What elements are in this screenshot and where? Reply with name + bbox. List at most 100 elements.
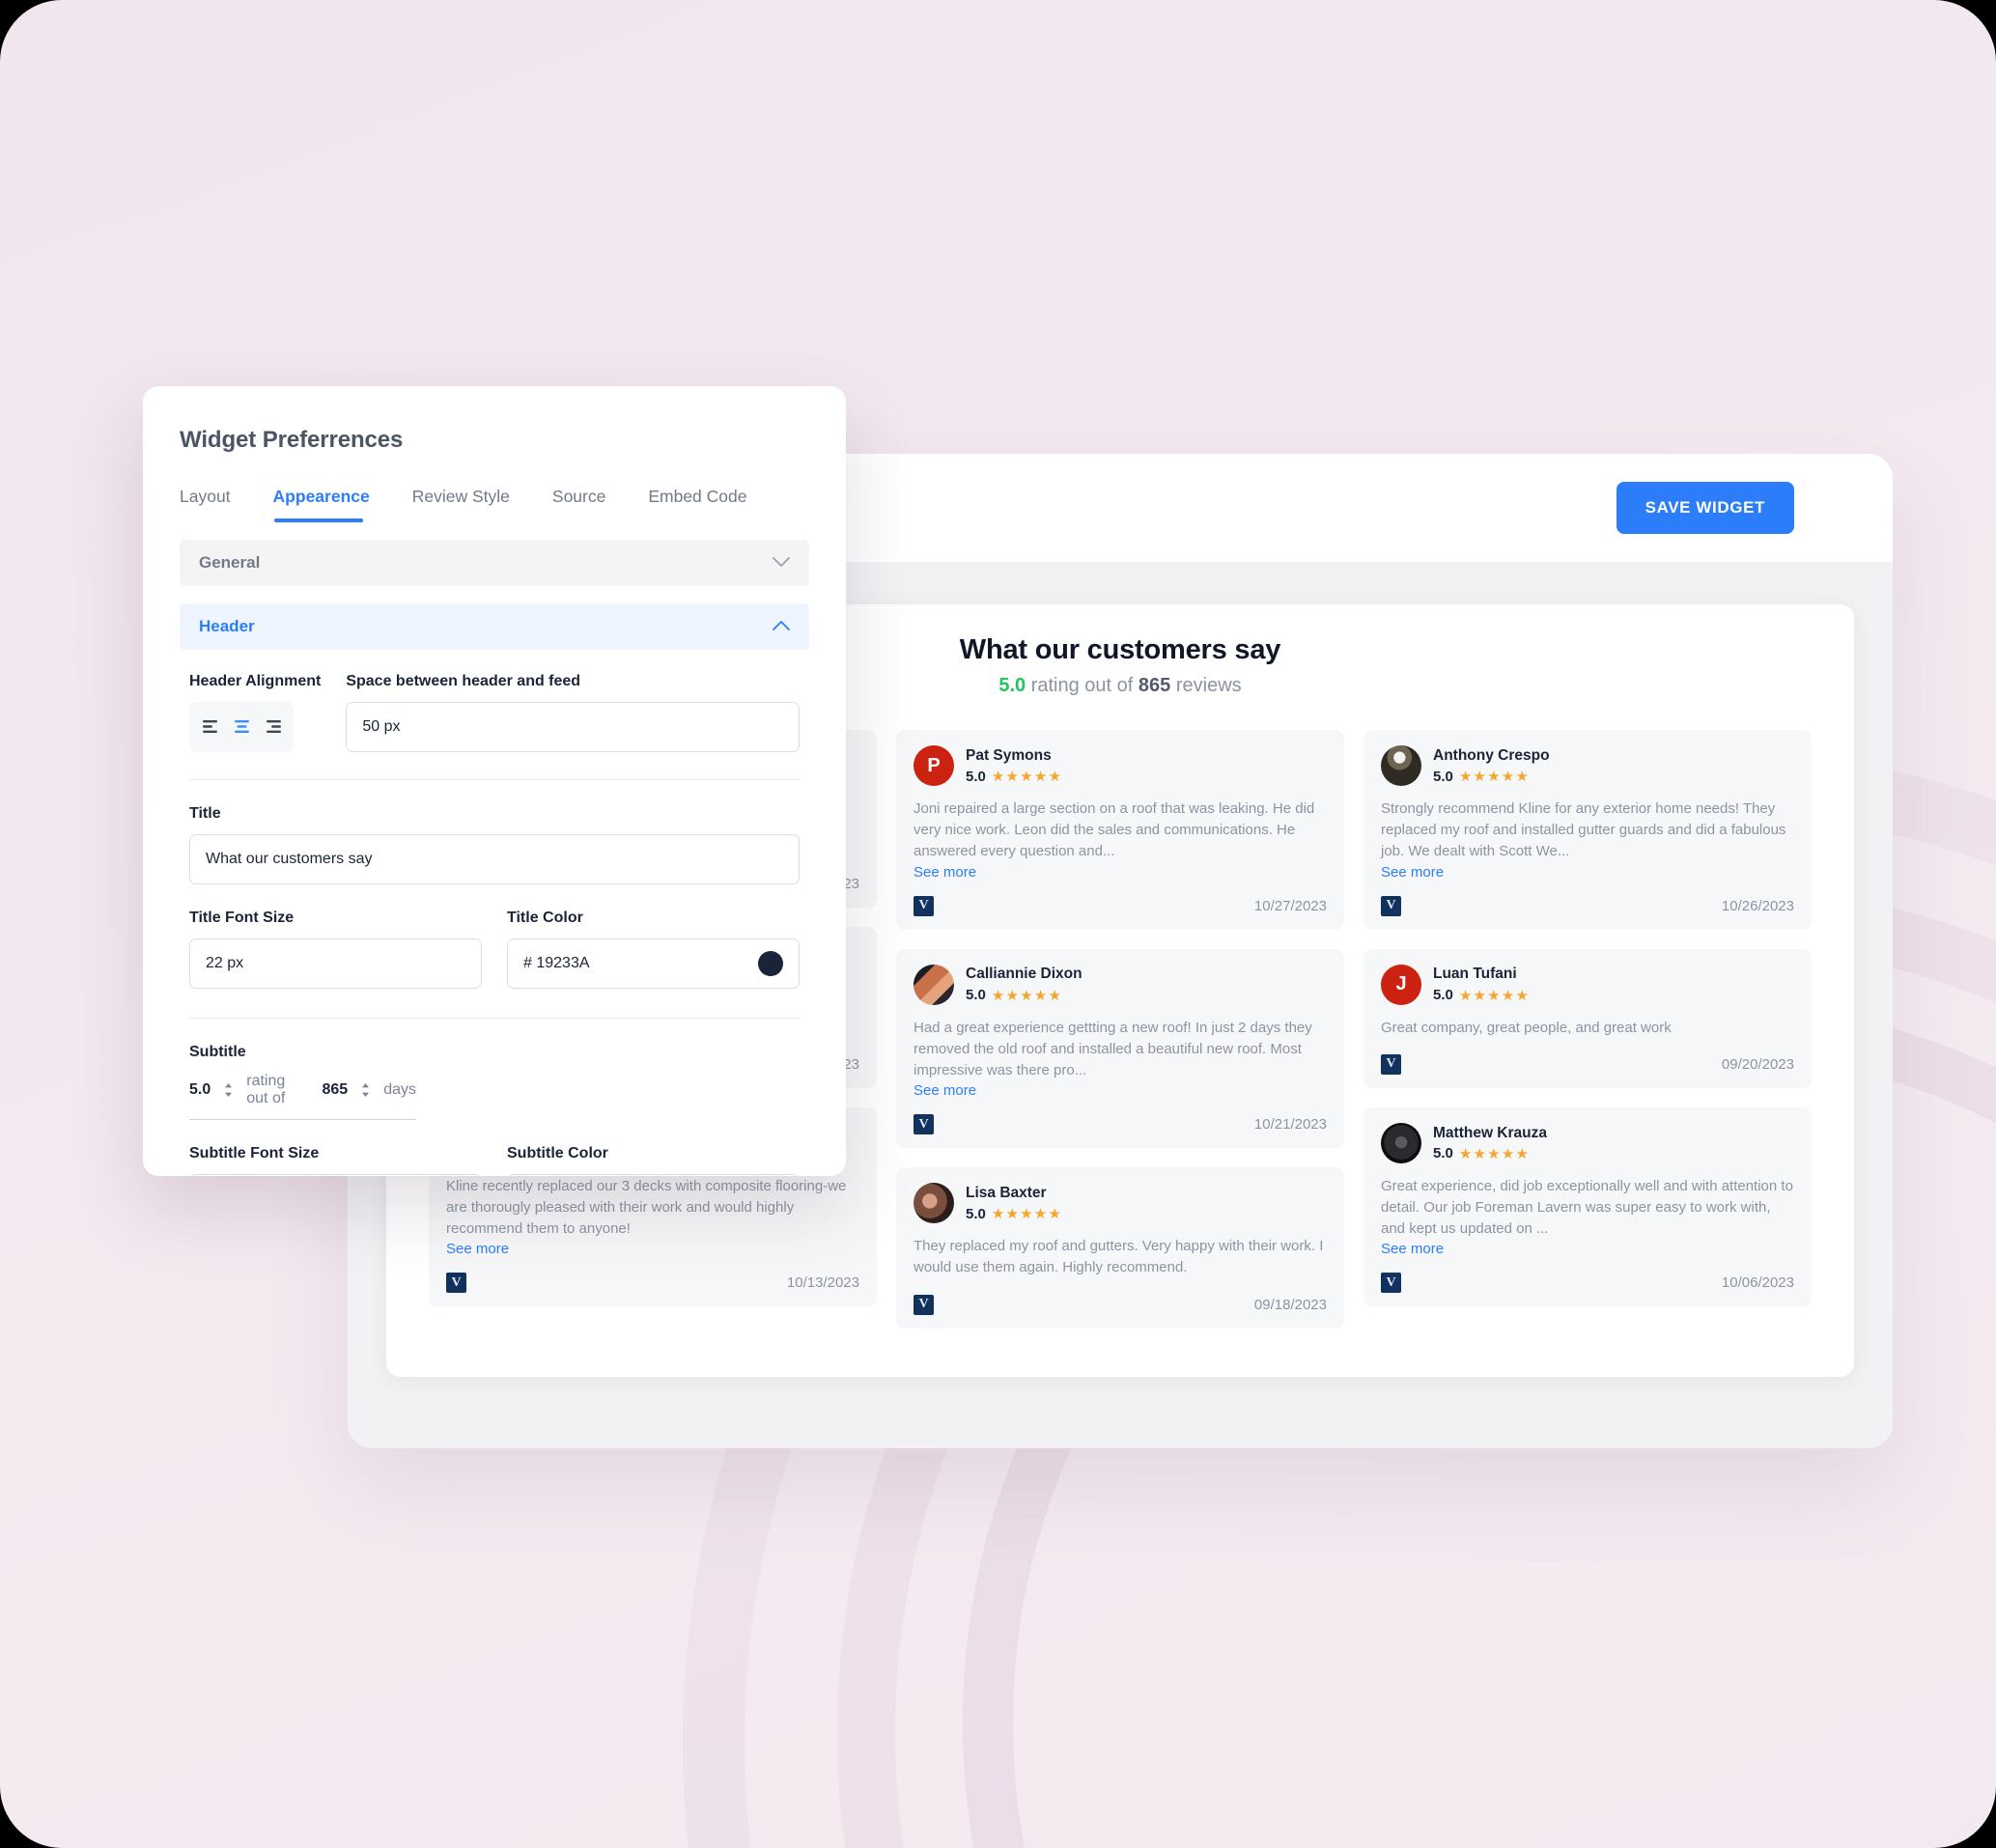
title-input[interactable]: What our customers say bbox=[189, 834, 800, 884]
tab-layout[interactable]: Layout bbox=[180, 487, 231, 522]
subtitle-builder-row: 5.0 rating out of 865 days bbox=[189, 1073, 416, 1120]
accordion-general[interactable]: General bbox=[180, 540, 809, 586]
review-score: 5.0 bbox=[1433, 1145, 1453, 1162]
review-text: Great company, great people, and great w… bbox=[1381, 1019, 1672, 1036]
star-rating-icon: ★★★★★ bbox=[1458, 1145, 1531, 1162]
reviewer-meta: Matthew Krauza 5.0 ★★★★★ bbox=[1433, 1124, 1547, 1162]
chevron-up-icon bbox=[773, 620, 790, 634]
see-more-link[interactable]: See more bbox=[1381, 1241, 1794, 1257]
rating-stepper[interactable] bbox=[223, 1082, 234, 1098]
widget-rating-value: 5.0 bbox=[998, 675, 1026, 696]
header-alignment-label: Header Alignment bbox=[189, 673, 322, 689]
review-date: 10/06/2023 bbox=[1721, 1274, 1794, 1292]
subtitle-label: Subtitle bbox=[189, 1044, 246, 1060]
see-more-link[interactable]: See more bbox=[1381, 864, 1794, 881]
accordion-header-label: Header bbox=[199, 617, 255, 635]
avatar: J bbox=[1381, 964, 1421, 1005]
review-text: Joni repaired a large section on a roof … bbox=[914, 800, 1315, 860]
subtitle-font-size-input[interactable]: 14 px bbox=[189, 1174, 482, 1176]
see-more-link[interactable]: See more bbox=[446, 1241, 859, 1257]
reviewer-meta: Pat Symons 5.0 ★★★★★ bbox=[966, 746, 1062, 785]
avatar bbox=[914, 1183, 954, 1224]
see-more-link[interactable]: See more bbox=[914, 864, 1327, 881]
review-header: Anthony Crespo 5.0 ★★★★★ bbox=[1381, 745, 1794, 786]
rating-row: 5.0 ★★★★★ bbox=[966, 987, 1082, 1004]
review-footer: V 09/18/2023 bbox=[914, 1294, 1327, 1315]
header-section-body: Header Alignment Space between header an… bbox=[180, 650, 809, 1176]
title-style-row: Title Font Size 22 px Title Color # 1923… bbox=[189, 910, 800, 989]
widget-subtitle-mid: rating out of bbox=[1026, 675, 1139, 696]
reviewer-name: Calliannie Dixon bbox=[966, 966, 1082, 983]
subtitle-mid-text: rating out of bbox=[246, 1073, 286, 1106]
review-score: 5.0 bbox=[966, 768, 986, 785]
title-font-size-label: Title Font Size bbox=[189, 910, 295, 926]
see-more-link[interactable]: See more bbox=[914, 1082, 1327, 1099]
avatar: P bbox=[914, 745, 954, 786]
divider bbox=[189, 1018, 800, 1019]
tab-source[interactable]: Source bbox=[552, 487, 605, 522]
review-footer: V 10/27/2023 bbox=[914, 895, 1327, 916]
tab-review-style[interactable]: Review Style bbox=[412, 487, 510, 522]
review-score: 5.0 bbox=[1433, 768, 1453, 785]
chevron-down-icon bbox=[773, 556, 790, 571]
rating-row: 5.0 ★★★★★ bbox=[966, 1205, 1062, 1223]
review-card: Anthony Crespo 5.0 ★★★★★ Strongly recommend… bbox=[1363, 730, 1812, 930]
review-card: Calliannie Dixon 5.0 ★★★★★ Had a great expe… bbox=[896, 948, 1344, 1149]
source-badge-icon: V bbox=[1381, 895, 1401, 916]
review-footer: V 09/20/2023 bbox=[1381, 1053, 1794, 1075]
review-card: J Luan Tufani 5.0 ★★★★★ Great company, great… bbox=[1363, 948, 1812, 1088]
space-between-input[interactable]: 50 px bbox=[346, 702, 800, 752]
widget-review-count: 865 bbox=[1138, 675, 1171, 696]
subtitle-style-row: Subtitle Font Size 14 px Subtitle Color … bbox=[189, 1145, 800, 1176]
subtitle-color-label: Subtitle Color bbox=[507, 1145, 608, 1162]
review-card: Matthew Krauza 5.0 ★★★★★ Great experience, … bbox=[1363, 1106, 1812, 1307]
alignment-and-space-row: Header Alignment Space between header an… bbox=[189, 673, 800, 752]
reviewer-name: Pat Symons bbox=[966, 746, 1052, 764]
review-card: P Pat Symons 5.0 ★★★★★ Joni repaired a large… bbox=[896, 730, 1344, 930]
avatar bbox=[1381, 1122, 1421, 1163]
tab-appearence[interactable]: Appearence bbox=[273, 487, 370, 522]
align-right-icon[interactable] bbox=[265, 720, 281, 734]
title-color-input[interactable]: # 19233A bbox=[507, 938, 800, 989]
space-between-label: Space between header and feed bbox=[346, 673, 581, 689]
page-title: Widget Preferrences bbox=[180, 427, 404, 453]
title-font-size-field: Title Font Size 22 px bbox=[189, 910, 482, 989]
title-font-size-input[interactable]: 22 px bbox=[189, 938, 482, 989]
align-center-icon[interactable] bbox=[234, 720, 250, 734]
review-header: Lisa Baxter 5.0 ★★★★★ bbox=[914, 1183, 1327, 1224]
reviewer-meta: Calliannie Dixon 5.0 ★★★★★ bbox=[966, 965, 1082, 1003]
subtitle-count-value: 865 bbox=[322, 1081, 349, 1098]
review-score: 5.0 bbox=[1433, 987, 1453, 1004]
review-score: 5.0 bbox=[966, 987, 986, 1004]
review-header: J Luan Tufani 5.0 ★★★★★ bbox=[1381, 964, 1794, 1005]
review-date: 10/26/2023 bbox=[1721, 897, 1794, 914]
source-badge-icon: V bbox=[1381, 1273, 1401, 1294]
rating-row: 5.0 ★★★★★ bbox=[1433, 987, 1530, 1004]
subtitle-rating-value: 5.0 bbox=[189, 1081, 211, 1098]
count-stepper[interactable] bbox=[360, 1082, 371, 1098]
tab-embed-code[interactable]: Embed Code bbox=[648, 487, 746, 522]
save-widget-button[interactable]: SAVE WIDGET bbox=[1616, 482, 1794, 534]
space-between-field: Space between header and feed 50 px bbox=[346, 673, 800, 752]
reviewer-meta: Luan Tufani 5.0 ★★★★★ bbox=[1433, 965, 1530, 1003]
accordion-header[interactable]: Header bbox=[180, 603, 809, 650]
review-header: P Pat Symons 5.0 ★★★★★ bbox=[914, 745, 1327, 786]
title-label: Title bbox=[189, 805, 221, 822]
source-badge-icon: V bbox=[914, 1294, 934, 1315]
rating-row: 5.0 ★★★★★ bbox=[1433, 768, 1550, 786]
review-header: Matthew Krauza 5.0 ★★★★★ bbox=[1381, 1122, 1794, 1163]
subtitle-end-text: days bbox=[383, 1081, 416, 1098]
title-field: Title What our customers say bbox=[189, 805, 800, 884]
review-text: Strongly recommend Kline for any exterio… bbox=[1381, 800, 1786, 860]
widget-preferences-panel: Widget Preferrences Layout Appearence Re… bbox=[143, 386, 846, 1176]
subtitle-color-input[interactable]: # 19233A bbox=[507, 1174, 800, 1176]
divider bbox=[189, 779, 800, 780]
review-date: 09/18/2023 bbox=[1253, 1296, 1327, 1313]
review-footer: V 10/21/2023 bbox=[914, 1114, 1327, 1135]
review-date: 10/27/2023 bbox=[1253, 897, 1327, 914]
subtitle-color-field: Subtitle Color # 19233A bbox=[507, 1145, 800, 1176]
title-color-swatch[interactable] bbox=[758, 951, 783, 976]
reviewer-name: Matthew Krauza bbox=[1433, 1124, 1547, 1141]
review-score: 5.0 bbox=[966, 1205, 986, 1222]
align-left-icon[interactable] bbox=[202, 720, 219, 734]
